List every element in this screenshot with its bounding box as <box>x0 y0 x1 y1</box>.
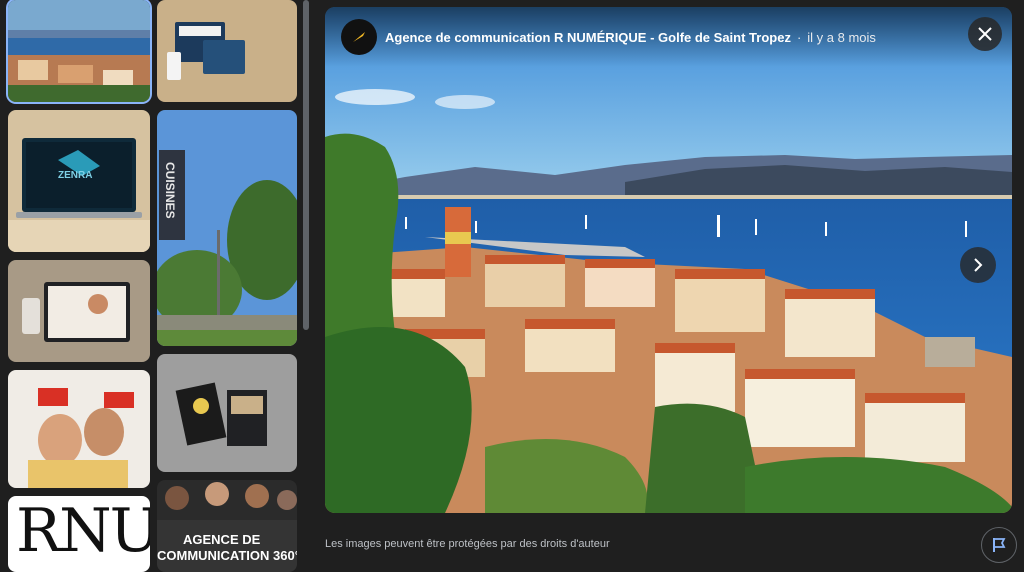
close-icon <box>978 27 992 41</box>
agency-logo-text: RNU <box>16 496 150 566</box>
thumbnail-agency-team[interactable]: AGENCE DE COMMUNICATION 360° <box>157 480 297 572</box>
thumbnail-image <box>8 260 150 362</box>
viewer-header: Agence de communication R NUMÉRIQUE - Go… <box>325 7 1012 67</box>
thumbnail-cuisines-street[interactable]: CUISINES <box>157 110 297 346</box>
thumbnail-devices-mockup[interactable] <box>157 0 297 102</box>
agency-banner-line1: AGENCE DE <box>183 532 261 547</box>
posted-time: il y a 8 mois <box>807 29 876 45</box>
next-image-button[interactable] <box>960 247 996 283</box>
main-image-saint-tropez: Agence de communication R NUMÉRIQUE - Go… <box>325 7 1012 513</box>
report-button[interactable] <box>981 527 1017 563</box>
chevron-right-icon <box>974 258 983 272</box>
street-sign-text: CUISINES <box>163 162 177 219</box>
flag-icon <box>993 538 1006 552</box>
image-results-grid: ZENRA CUISINES RNU AGENCE DE COMMUNICATI… <box>0 0 306 572</box>
thumbnail-image <box>157 110 297 346</box>
copyright-notice: Les images peuvent être protégées par de… <box>325 538 610 550</box>
results-scrollbar[interactable] <box>303 0 309 330</box>
source-separator: · <box>796 29 802 45</box>
thumbnail-image <box>8 370 150 488</box>
thumbnail-tablet-mockup[interactable] <box>8 260 150 362</box>
thumbnail-laptop-website[interactable]: ZENRA <box>8 110 150 252</box>
agency-logo-icon[interactable] <box>341 19 377 55</box>
close-button[interactable] <box>968 17 1002 51</box>
laptop-site-title: ZENRA <box>58 170 93 181</box>
logo-mark <box>353 32 365 42</box>
source-title[interactable]: Agence de communication R NUMÉRIQUE - Go… <box>385 30 791 45</box>
image-viewer-panel: Agence de communication R NUMÉRIQUE - Go… <box>318 0 1024 572</box>
thumbnail-saint-tropez[interactable] <box>8 0 150 102</box>
main-image <box>325 7 1012 513</box>
thumbnail-image <box>8 110 150 252</box>
thumbnail-image <box>8 0 150 102</box>
agency-banner-line2: COMMUNICATION 360° <box>157 548 297 563</box>
thumbnail-brochures[interactable] <box>157 354 297 472</box>
thumbnail-agency-logo[interactable]: RNU <box>8 496 150 572</box>
thumbnail-image <box>157 0 297 102</box>
thumbnail-image <box>157 354 297 472</box>
thumbnail-radio-studio[interactable] <box>8 370 150 488</box>
